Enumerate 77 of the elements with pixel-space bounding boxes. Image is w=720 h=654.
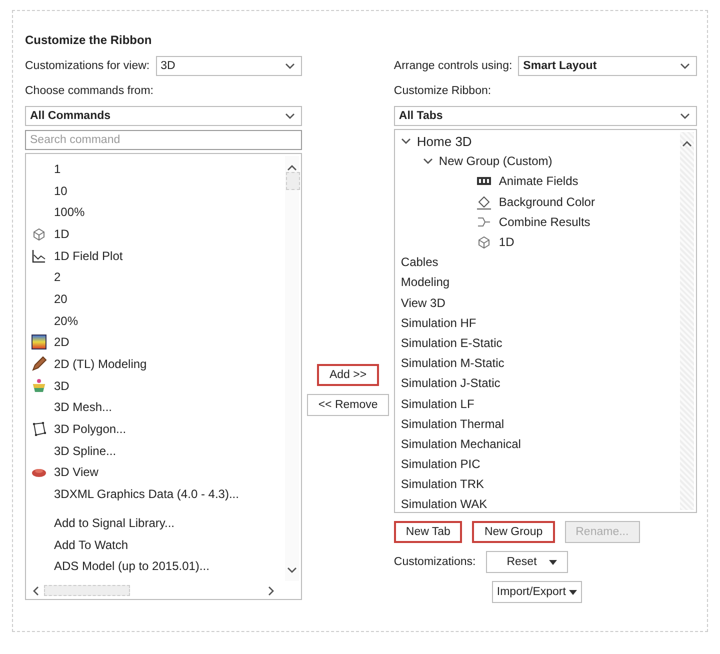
- command-item[interactable]: 20: [54, 292, 68, 306]
- ribbon-dropdown[interactable]: All Tabs: [394, 106, 697, 126]
- new-group-button[interactable]: New Group: [472, 521, 555, 543]
- search-field[interactable]: Search command: [25, 130, 302, 150]
- scroll-up-icon[interactable]: [682, 140, 692, 147]
- command-item[interactable]: Add To Watch: [54, 538, 128, 552]
- tab-tree-item[interactable]: Simulation M-Static: [400, 356, 504, 370]
- tab-tree-item[interactable]: Simulation E-Static: [400, 336, 502, 350]
- field-label: Arrange controls using:: [394, 60, 512, 72]
- chevron-down-icon[interactable]: [680, 62, 690, 70]
- scroll-left-icon[interactable]: [32, 586, 39, 596]
- chevron-down-icon[interactable]: [422, 158, 433, 165]
- tab-tree-item[interactable]: Simulation J-Static: [400, 376, 500, 390]
- scroll-up-icon[interactable]: [287, 164, 298, 171]
- view-dropdown[interactable]: 3D: [156, 56, 302, 76]
- command-item[interactable]: ADS Model (up to 2015.01)...: [54, 559, 210, 574]
- tab-tree-item[interactable]: Simulation PIC: [400, 457, 480, 472]
- field-label: Customizations for view:: [25, 60, 150, 72]
- command-item[interactable]: Add to Signal Library...: [54, 516, 175, 530]
- tab-tree-item[interactable]: View 3D: [400, 296, 446, 310]
- plot-icon: [31, 248, 47, 264]
- command-item[interactable]: 20%: [54, 314, 78, 328]
- tab-tree-item[interactable]: Home 3D: [416, 134, 472, 149]
- command-item[interactable]: 3DXML Graphics Data (4.0 - 4.3)...: [54, 487, 239, 502]
- reset-button[interactable]: Reset: [486, 551, 568, 573]
- tab-tree-item[interactable]: Combine Results: [498, 214, 590, 229]
- tab-tree-item[interactable]: Simulation LF: [400, 396, 474, 411]
- new-tab-button[interactable]: New Tab: [394, 521, 462, 543]
- command-item[interactable]: 3D View: [54, 465, 98, 480]
- tab-tree-item[interactable]: 1D: [498, 235, 514, 250]
- command-item[interactable]: 3D Mesh...: [54, 400, 112, 414]
- tab-tree-item[interactable]: Cables: [400, 255, 438, 270]
- cube-icon: [31, 226, 47, 242]
- caret-icon: [548, 560, 557, 564]
- command-item[interactable]: 3D: [54, 378, 70, 393]
- pencil-icon: [31, 356, 47, 372]
- command-item[interactable]: 2: [54, 270, 61, 284]
- caret-icon: [568, 590, 577, 594]
- tab-tree-item[interactable]: Simulation Thermal: [400, 416, 504, 431]
- tab-tree-item[interactable]: Background Color: [498, 194, 595, 209]
- command-item[interactable]: 2D (TL) Modeling: [54, 357, 147, 372]
- command-item[interactable]: 1: [54, 162, 61, 176]
- cube-icon: [476, 234, 492, 250]
- scroll-right-icon[interactable]: [268, 586, 276, 596]
- gradient-icon: [31, 334, 47, 350]
- chevron-down-icon[interactable]: [285, 62, 296, 70]
- tab-tree-item[interactable]: Simulation TRK: [400, 477, 484, 492]
- field-label: Choose commands from:: [25, 85, 154, 97]
- arrange-dropdown[interactable]: Smart Layout: [518, 56, 697, 76]
- import-export-button[interactable]: Import/Export: [492, 581, 582, 603]
- cup-icon: [31, 378, 47, 394]
- scroll-thumb[interactable]: [286, 172, 300, 190]
- tab-tree-item[interactable]: Simulation Mechanical: [400, 436, 521, 451]
- field-label: Customize Ribbon:: [394, 85, 492, 97]
- field-label: Customizations:: [394, 556, 476, 568]
- command-item[interactable]: 100%: [54, 205, 85, 220]
- tab-tree-item[interactable]: Animate Fields: [498, 174, 578, 188]
- chevron-down-icon[interactable]: [285, 112, 296, 120]
- tab-tree-item[interactable]: Simulation HF: [400, 316, 476, 330]
- chevron-down-icon[interactable]: [680, 112, 690, 120]
- command-item[interactable]: 3D Spline...: [54, 444, 116, 458]
- chevron-down-icon[interactable]: [400, 138, 411, 145]
- commands-dropdown[interactable]: All Commands: [25, 106, 302, 126]
- section-title: Customize the Ribbon: [25, 33, 153, 47]
- command-item[interactable]: 10: [54, 184, 68, 198]
- command-item[interactable]: 3D Polygon...: [54, 422, 126, 436]
- tab-tree-item[interactable]: Simulation WAK: [400, 497, 488, 512]
- scroll-down-icon[interactable]: [287, 567, 298, 574]
- add-button[interactable]: Add >>: [317, 364, 379, 386]
- tab-tree-item[interactable]: Modeling: [400, 275, 450, 290]
- command-item[interactable]: 1D Field Plot: [54, 248, 123, 263]
- scroll-thumb[interactable]: [44, 585, 130, 596]
- polygon-icon: [31, 421, 47, 438]
- command-item[interactable]: 2D: [54, 335, 70, 350]
- tab-tree-item[interactable]: New Group (Custom): [438, 154, 552, 168]
- command-item[interactable]: 1D: [54, 226, 70, 241]
- remove-button[interactable]: << Remove: [307, 394, 389, 416]
